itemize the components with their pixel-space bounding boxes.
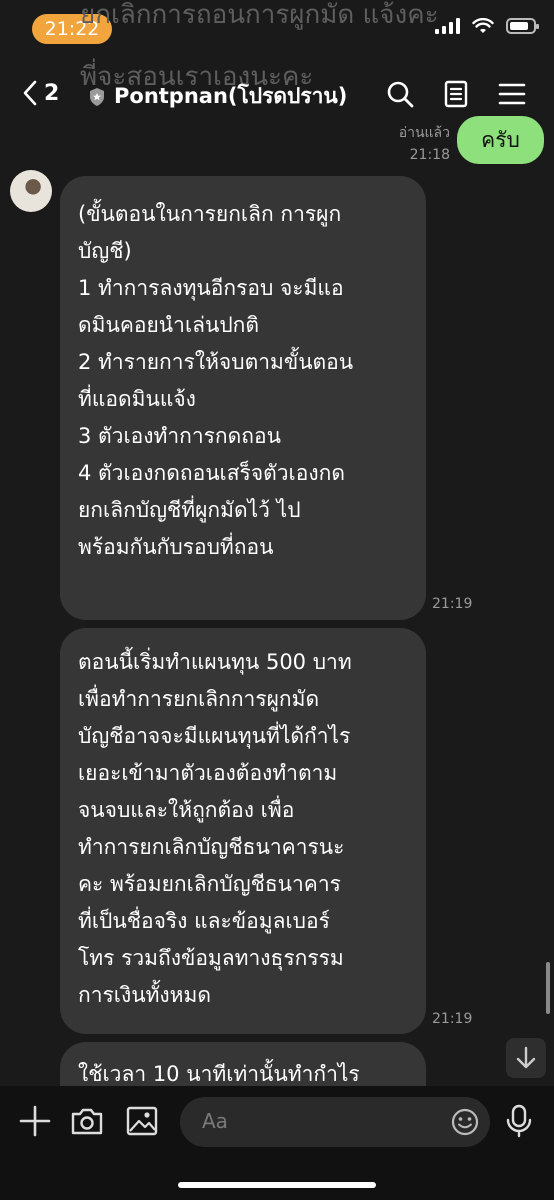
- unread-count: 2: [44, 80, 60, 106]
- sent-message-meta: อ่านแล้ว 21:18: [399, 122, 450, 166]
- battery-icon: [506, 18, 539, 34]
- chat-header: 2 Pontpnan(โปรดปราน): [0, 72, 554, 120]
- chevron-left-icon: [23, 80, 37, 106]
- microphone-icon[interactable]: [502, 1104, 536, 1138]
- message-time: 21:19: [432, 596, 473, 612]
- image-icon[interactable]: [125, 1104, 159, 1138]
- read-receipt: อ่านแล้ว: [398, 125, 450, 141]
- contact-name: Pontpnan(โปรดปราน): [114, 84, 348, 108]
- message-input-placeholder: Aa: [202, 1109, 228, 1133]
- sent-message-bubble[interactable]: ครับ: [457, 116, 544, 164]
- received-message-bubble[interactable]: (ขั้นตอนในการยกเลิก การผูก บัญชี) 1 ทำกา…: [60, 176, 426, 620]
- cellular-signal-icon: [435, 18, 460, 34]
- sent-time: 21:18: [409, 147, 450, 163]
- message-time: 21:19: [432, 1011, 473, 1027]
- message-input[interactable]: Aa: [180, 1097, 490, 1147]
- contact-avatar[interactable]: [10, 170, 52, 212]
- menu-icon[interactable]: [496, 78, 528, 110]
- scrolled-message-text: ยกเลิกการถอนการผูกมัด แจ้งคะ: [80, 0, 439, 30]
- notes-icon[interactable]: [440, 78, 472, 110]
- contact-name-button[interactable]: Pontpnan(โปรดปราน): [88, 80, 347, 113]
- search-icon[interactable]: [384, 78, 416, 110]
- shield-icon: [90, 87, 104, 106]
- received-message-bubble[interactable]: ตอนนี้เริ่มทำแผนทุน 500 บาท เพื่อทำการยก…: [60, 628, 426, 1034]
- scrollbar[interactable]: [546, 962, 550, 1014]
- emoji-icon[interactable]: [450, 1107, 480, 1137]
- back-button[interactable]: 2: [22, 80, 59, 106]
- scroll-to-bottom-button[interactable]: [506, 1038, 546, 1078]
- wifi-icon: [472, 18, 494, 33]
- plus-icon[interactable]: [18, 1104, 52, 1138]
- arrow-down-icon: [516, 1046, 536, 1069]
- camera-icon[interactable]: [70, 1104, 104, 1138]
- home-indicator[interactable]: [178, 1182, 376, 1188]
